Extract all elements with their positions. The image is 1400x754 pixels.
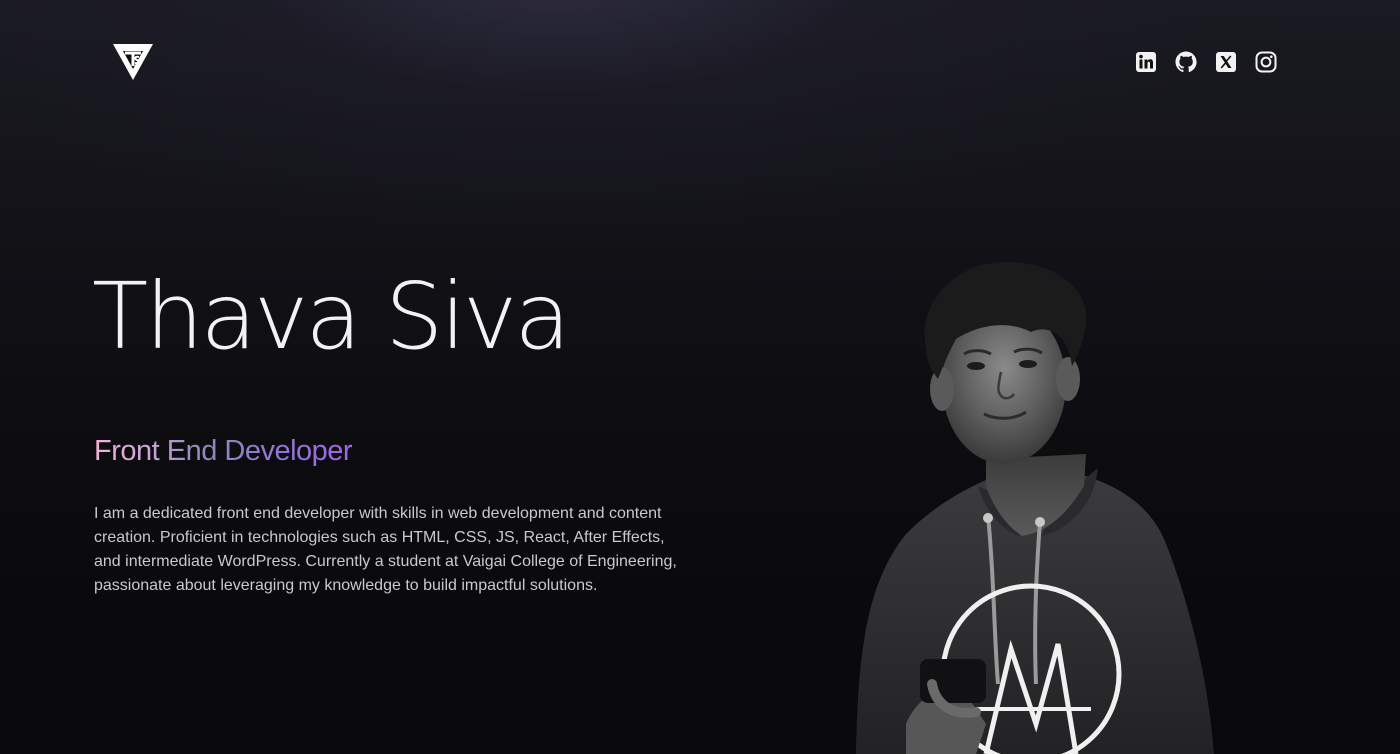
x-icon[interactable] <box>1214 48 1238 76</box>
portrait-image <box>836 254 1226 754</box>
social-links <box>1134 48 1278 76</box>
logo-icon[interactable] <box>112 42 154 82</box>
linkedin-icon[interactable] <box>1134 48 1158 76</box>
hero-bio: I am a dedicated front end developer wit… <box>94 505 677 594</box>
instagram-icon[interactable] <box>1254 48 1278 76</box>
hero-name: Thava Siva <box>92 263 571 370</box>
github-icon[interactable] <box>1174 48 1198 76</box>
hero-role: Front End Developer <box>94 435 353 467</box>
site-header <box>0 0 1400 120</box>
